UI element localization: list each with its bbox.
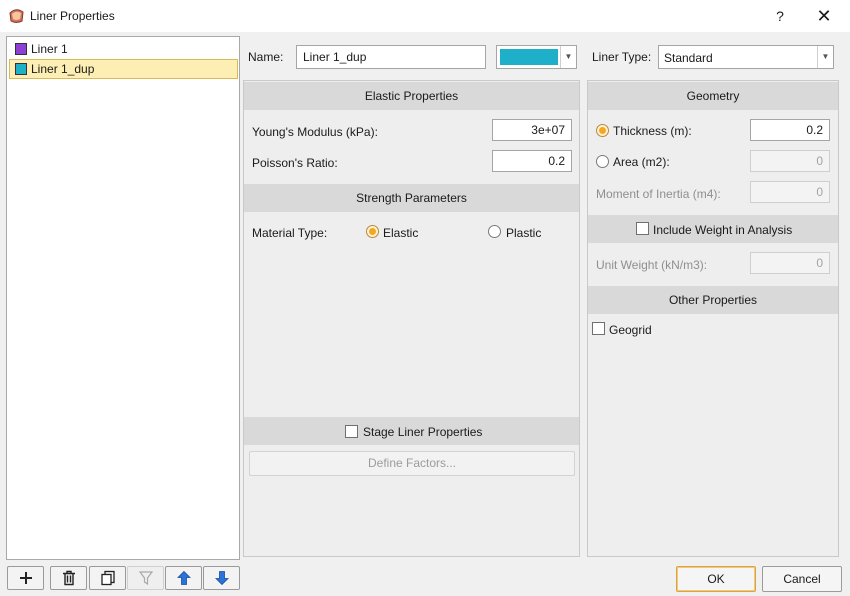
move-up-button[interactable]: [165, 566, 202, 590]
unit-weight-label: Unit Weight (kN/m3):: [596, 258, 708, 272]
filter-button[interactable]: [127, 566, 164, 590]
geogrid-label: Geogrid: [609, 323, 652, 337]
ok-button[interactable]: OK: [676, 566, 756, 592]
close-button[interactable]: ✕: [806, 3, 842, 29]
youngs-modulus-label: Young's Modulus (kPa):: [252, 125, 378, 139]
elastic-properties-header: Elastic Properties: [244, 82, 579, 110]
trash-icon: [62, 570, 75, 586]
list-item-label: Liner 1_dup: [31, 62, 95, 76]
color-preview: [500, 49, 558, 65]
geogrid-checkbox[interactable]: [592, 322, 605, 335]
other-properties-header: Other Properties: [588, 286, 838, 314]
delete-liner-button[interactable]: [50, 566, 87, 590]
name-input[interactable]: Liner 1_dup: [296, 45, 486, 69]
liner-properties-icon: [9, 9, 24, 23]
material-type-label: Material Type:: [252, 226, 328, 240]
youngs-modulus-input[interactable]: 3e+07: [492, 119, 572, 141]
strength-parameters-header: Strength Parameters: [244, 184, 579, 212]
elastic-radio[interactable]: [366, 225, 379, 238]
arrow-down-icon: [214, 571, 229, 586]
plastic-radio-label: Plastic: [506, 226, 542, 240]
area-label: Area (m2):: [613, 155, 670, 169]
window-title: Liner Properties: [30, 9, 115, 23]
liner-type-value: Standard: [664, 51, 713, 65]
poisson-ratio-label: Poisson's Ratio:: [252, 156, 338, 170]
liner-color-swatch: [15, 43, 27, 55]
move-down-button[interactable]: [203, 566, 240, 590]
moment-of-inertia-label: Moment of Inertia (m4):: [596, 187, 721, 201]
unit-weight-input[interactable]: 0: [750, 252, 830, 274]
liner-color-swatch: [15, 63, 27, 75]
plus-icon: [19, 572, 32, 584]
stage-liner-label: Stage Liner Properties: [363, 425, 483, 439]
poisson-ratio-input[interactable]: 0.2: [492, 150, 572, 172]
include-weight-checkbox[interactable]: [636, 222, 649, 235]
area-radio[interactable]: [596, 155, 609, 168]
elastic-radio-label: Elastic: [383, 226, 419, 240]
thickness-radio[interactable]: [596, 124, 609, 137]
help-button[interactable]: ?: [762, 3, 798, 29]
thickness-label: Thickness (m):: [613, 124, 692, 138]
name-label: Name:: [248, 50, 284, 64]
geometry-header: Geometry: [588, 82, 838, 110]
define-factors-button[interactable]: Define Factors...: [249, 451, 575, 476]
filter-icon: [138, 571, 153, 585]
color-picker[interactable]: ▼: [496, 45, 577, 69]
chevron-down-icon: ▼: [560, 46, 576, 68]
copy-icon: [100, 570, 115, 586]
arrow-up-icon: [176, 570, 191, 585]
plastic-radio[interactable]: [488, 225, 501, 238]
moment-of-inertia-input[interactable]: 0: [750, 181, 830, 203]
add-liner-button[interactable]: [7, 566, 44, 590]
list-item-liner-1[interactable]: Liner 1: [9, 39, 238, 59]
copy-liner-button[interactable]: [89, 566, 126, 590]
liner-type-label: Liner Type:: [592, 50, 652, 64]
cancel-button[interactable]: Cancel: [762, 566, 842, 592]
list-item-label: Liner 1: [31, 42, 68, 56]
stage-liner-checkbox[interactable]: [345, 425, 358, 438]
thickness-input[interactable]: 0.2: [750, 119, 830, 141]
include-weight-label: Include Weight in Analysis: [653, 223, 793, 237]
area-input[interactable]: 0: [750, 150, 830, 172]
liner-type-select[interactable]: Standard ▼: [658, 45, 834, 69]
chevron-down-icon: ▼: [817, 46, 833, 68]
title-bar: Liner Properties ? ✕: [0, 0, 850, 32]
list-item-liner-1-dup[interactable]: Liner 1_dup: [9, 59, 238, 79]
liner-list[interactable]: Liner 1 Liner 1_dup: [6, 36, 240, 560]
